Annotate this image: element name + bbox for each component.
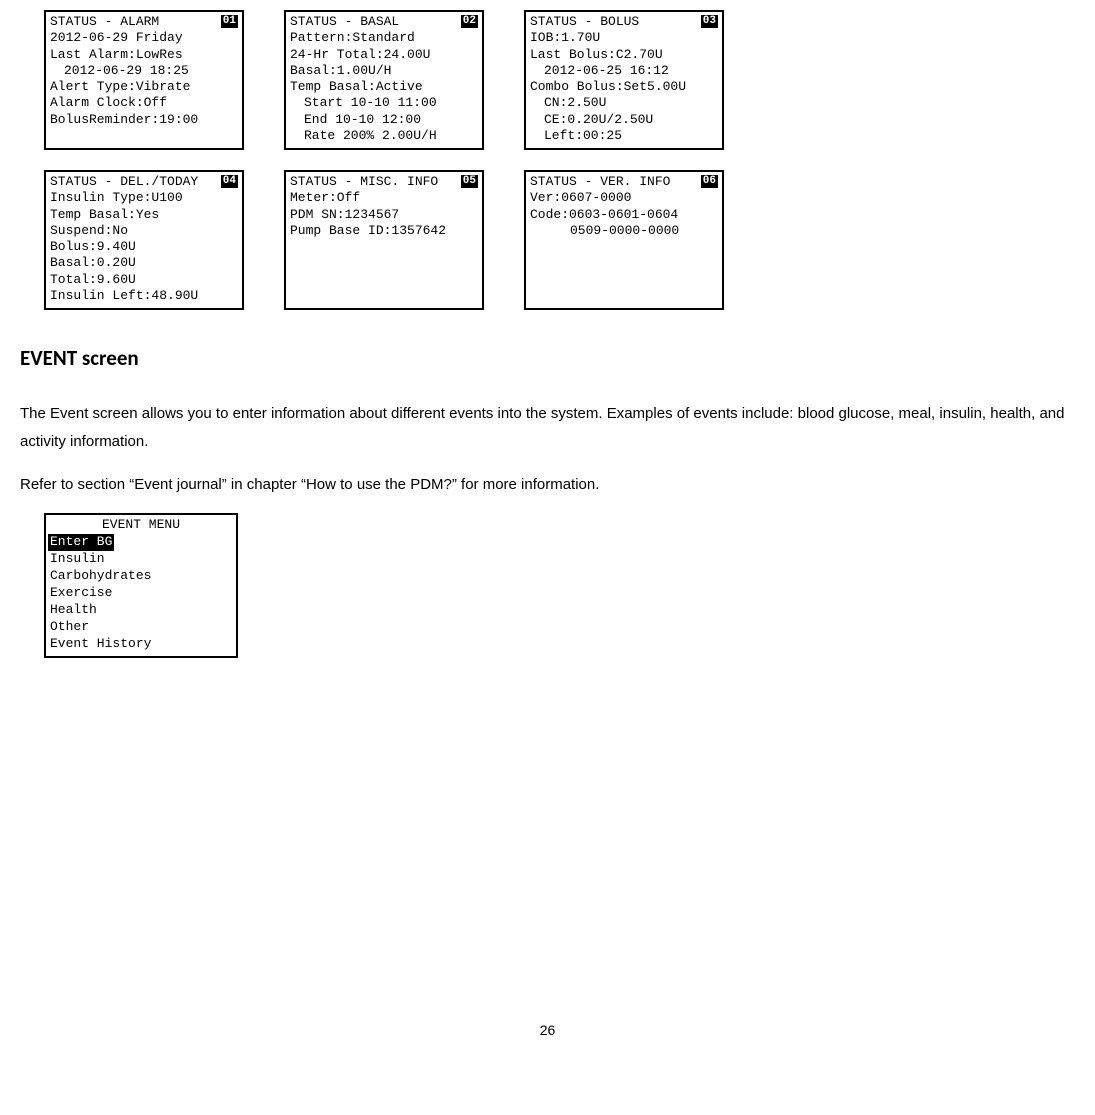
screen-line: Temp Basal:Yes	[50, 207, 238, 223]
event-menu-screen: EVENT MENU Enter BGInsulinCarbohydratesE…	[44, 513, 238, 658]
event-menu-item-5[interactable]: Other	[46, 619, 236, 636]
status-screen-2: STATUS - BASAL 02 Pattern:Standard24-Hr To…	[284, 10, 484, 150]
screen-line: Left:00:25	[530, 128, 718, 144]
screen-line: Start 10-10 11:00	[290, 95, 478, 111]
screen-line: CN:2.50U	[530, 95, 718, 111]
screen-title: STATUS - BOLUS	[530, 14, 639, 30]
screen-line: IOB:1.70U	[530, 30, 718, 46]
screen-title: STATUS - MISC. INFO	[290, 174, 438, 190]
screen-line: CE:0.20U/2.50U	[530, 112, 718, 128]
screen-title: STATUS - ALARM	[50, 14, 159, 30]
screen-line: 24-Hr Total:24.00U	[290, 47, 478, 63]
status-screens-grid: STATUS - ALARM 01 2012-06-29 FridayLast Al…	[44, 10, 1075, 310]
screen-line: 0509-0000-0000	[530, 223, 718, 239]
paragraph-1: The Event screen allows you to enter inf…	[20, 400, 1075, 457]
status-screen-6: STATUS - VER. INFO 06 Ver:0607-0000Code:06…	[524, 170, 724, 310]
screen-line: Code:0603-0601-0604	[530, 207, 718, 223]
screen-line: Pattern:Standard	[290, 30, 478, 46]
screen-title: STATUS - BASAL	[290, 14, 399, 30]
event-menu-item-6[interactable]: Event History	[46, 636, 236, 653]
screen-line: End 10-10 12:00	[290, 112, 478, 128]
screen-title: STATUS - DEL./TODAY	[50, 174, 198, 190]
screen-line: Rate 200% 2.00U/H	[290, 128, 478, 144]
screen-badge: 03	[701, 15, 718, 28]
screen-line: Combo Bolus:Set5.00U	[530, 79, 718, 95]
screen-line: 2012-06-29 18:25	[50, 63, 238, 79]
screen-line: Alarm Clock:Off	[50, 95, 238, 111]
screen-line: Alert Type:Vibrate	[50, 79, 238, 95]
event-menu-item-0[interactable]: Enter BG	[48, 534, 114, 551]
screen-badge: 05	[461, 175, 478, 188]
status-screen-3: STATUS - BOLUS 03 IOB:1.70ULast Bolus:C2.7…	[524, 10, 724, 150]
screen-badge: 02	[461, 15, 478, 28]
section-heading: EVENT screen	[20, 340, 1075, 378]
screen-badge: 06	[701, 175, 718, 188]
screen-line: Bolus:9.40U	[50, 239, 238, 255]
status-screen-4: STATUS - DEL./TODAY 04 Insulin Type:U100Te…	[44, 170, 244, 310]
screen-line: PDM SN:1234567	[290, 207, 478, 223]
event-menu-item-4[interactable]: Health	[46, 602, 236, 619]
screen-badge: 04	[221, 175, 238, 188]
status-screen-1: STATUS - ALARM 01 2012-06-29 FridayLast Al…	[44, 10, 244, 150]
event-menu-item-1[interactable]: Insulin	[46, 551, 236, 568]
screen-row-1: STATUS - ALARM 01 2012-06-29 FridayLast Al…	[44, 10, 1075, 150]
screen-line: Ver:0607-0000	[530, 190, 718, 206]
paragraph-2: Refer to section “Event journal” in chap…	[20, 471, 1075, 500]
status-screen-5: STATUS - MISC. INFO 05 Meter:OffPDM SN:123…	[284, 170, 484, 310]
screen-line: 2012-06-25 16:12	[530, 63, 718, 79]
screen-line: Last Alarm:LowRes	[50, 47, 238, 63]
screen-line: Insulin Left:48.90U	[50, 288, 238, 304]
page-number: 26	[20, 1018, 1075, 1043]
event-menu-item-3[interactable]: Exercise	[46, 585, 236, 602]
screen-row-2: STATUS - DEL./TODAY 04 Insulin Type:U100Te…	[44, 170, 1075, 310]
screen-line: Total:9.60U	[50, 272, 238, 288]
screen-line: Pump Base ID:1357642	[290, 223, 478, 239]
event-menu-title: EVENT MENU	[46, 517, 236, 534]
screen-line: Basal:0.20U	[50, 255, 238, 271]
screen-badge: 01	[221, 15, 238, 28]
event-menu-item-2[interactable]: Carbohydrates	[46, 568, 236, 585]
screen-line: Basal:1.00U/H	[290, 63, 478, 79]
screen-line: Suspend:No	[50, 223, 238, 239]
screen-title: STATUS - VER. INFO	[530, 174, 670, 190]
screen-line: Last Bolus:C2.70U	[530, 47, 718, 63]
screen-line: 2012-06-29 Friday	[50, 30, 238, 46]
screen-line: Meter:Off	[290, 190, 478, 206]
screen-line: Insulin Type:U100	[50, 190, 238, 206]
screen-line: BolusReminder:19:00	[50, 112, 238, 128]
screen-line: Temp Basal:Active	[290, 79, 478, 95]
